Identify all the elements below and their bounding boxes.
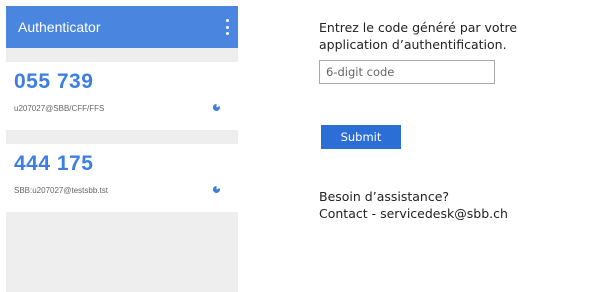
account-name: SBB:u207027@testsbb.tst [14,186,108,195]
verification-form: Entrez le code généré par votre applicat… [319,19,589,221]
account-name: u207027@SBB/CFF/FFS [14,104,105,113]
account-card[interactable]: 444 175 SBB:u207027@testsbb.tst [6,144,238,212]
countdown-pie-icon [213,104,220,111]
help-heading: Besoin d’assistance? [319,189,450,204]
help-section: Besoin d’assistance? Contact - servicede… [319,188,508,222]
code-input[interactable] [319,60,495,84]
account-card[interactable]: 055 739 u207027@SBB/CFF/FFS [6,62,238,130]
authenticator-app: Authenticator 055 739 u207027@SBB/CFF/FF… [6,6,238,292]
app-title: Authenticator [18,19,101,35]
help-contact: Contact - servicedesk@sbb.ch [319,206,508,221]
app-bar: Authenticator [6,6,238,48]
app-empty-area [6,212,238,292]
otp-code: 444 175 [14,152,94,175]
kebab-menu-icon[interactable] [224,19,230,35]
code-prompt: Entrez le code généré par votre applicat… [319,20,518,52]
otp-code: 055 739 [14,70,94,93]
submit-button[interactable]: Submit [321,125,401,149]
countdown-pie-icon [213,186,220,193]
